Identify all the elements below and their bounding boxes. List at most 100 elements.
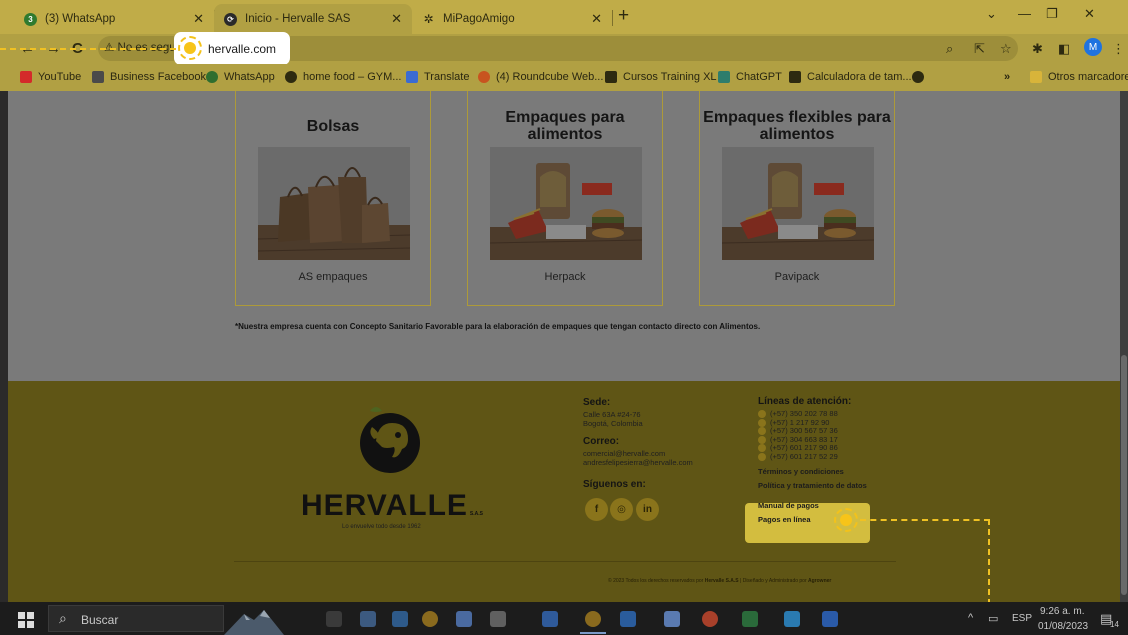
file-explorer-icon[interactable] <box>392 611 408 627</box>
chatgpt-icon <box>718 71 730 83</box>
share-icon[interactable]: ⇱ <box>974 41 985 57</box>
taskbar-search[interactable]: ⌕ Buscar <box>48 605 224 632</box>
extensions-icon[interactable]: ✱ <box>1032 41 1043 57</box>
phone-item[interactable]: (+57) 601 217 52 29 <box>758 452 838 462</box>
side-panel-icon[interactable]: ◧ <box>1058 41 1070 57</box>
weather-app-icon[interactable] <box>360 611 376 627</box>
new-tab-button[interactable]: + <box>618 5 629 27</box>
bookmark-business-facebook[interactable]: Business Facebook <box>92 71 206 83</box>
tab-hervalle[interactable]: ⟳ Inicio - Hervalle SAS ✕ <box>214 4 412 34</box>
app-icon[interactable] <box>456 611 472 627</box>
product-image-bags[interactable] <box>258 147 410 260</box>
tab-whatsapp[interactable]: 3 (3) WhatsApp ✕ <box>14 4 214 34</box>
close-icon[interactable]: ✕ <box>391 11 402 27</box>
payment-manual-link[interactable]: Manual de pagos <box>758 501 819 510</box>
product-card-bolsas[interactable]: Bolsas AS empaques <box>235 91 431 306</box>
globe-icon <box>912 71 924 83</box>
bookmark-label: Translate <box>424 71 470 83</box>
notepad-icon[interactable] <box>664 611 680 627</box>
correo-list: comercial@hervalle.com andresfelipesierr… <box>583 449 693 468</box>
windows-taskbar: ⌕ Buscar ^ ▭ ESP 9:26 a. m. 01/08/2023 ▤… <box>0 602 1128 635</box>
battery-icon[interactable]: ▭ <box>988 612 998 625</box>
product-image-flexible-packaging[interactable] <box>722 147 874 260</box>
bookmark-home-food[interactable]: home food – GYM... <box>285 71 401 83</box>
terms-link[interactable]: Términos y condiciones <box>758 467 844 476</box>
youtube-icon <box>20 71 32 83</box>
facebook-icon[interactable]: f <box>585 498 608 521</box>
bookmark-label: (4) Roundcube Web... <box>496 71 604 83</box>
mountain-widget-icon[interactable] <box>224 604 284 635</box>
bookmark-whatsapp[interactable]: WhatsApp <box>206 71 275 83</box>
profile-avatar[interactable]: M <box>1084 38 1102 56</box>
copyright-text: | Diseñado y Administrado por <box>738 578 809 584</box>
phone-icon <box>758 435 766 444</box>
email-link[interactable]: andresfelipesierra@hervalle.com <box>583 458 693 468</box>
bookmark-cursos-training[interactable]: Cursos Training XL <box>605 71 717 83</box>
bookmark-label: Otros marcadores <box>1048 71 1128 83</box>
notifications-badge: 14 <box>1110 620 1119 629</box>
sede-heading: Sede: <box>583 397 611 408</box>
sede-address: Calle 63A #24-76 Bogotá, Colombia <box>583 410 643 428</box>
agency-link[interactable]: Agrowner <box>808 578 831 584</box>
facebook-icon <box>92 71 104 83</box>
powerpoint-icon[interactable] <box>702 611 718 627</box>
mipagoamigo-favicon: ✲ <box>423 12 434 26</box>
clock-date[interactable]: 01/08/2023 <box>1038 621 1088 632</box>
zoom-icon[interactable]: ⌕ <box>946 41 953 57</box>
elephant-logo-icon <box>360 407 420 473</box>
instagram-icon[interactable]: ◎ <box>610 498 633 521</box>
linkedin-icon[interactable]: in <box>636 498 659 521</box>
minimize-icon[interactable]: — <box>1018 6 1031 21</box>
product-card-empaques[interactable]: Empaques para alimentos Herpack <box>467 91 663 306</box>
bookmark-calculadora[interactable]: Calculadora de tam... <box>789 71 912 83</box>
language-indicator[interactable]: ESP <box>1012 613 1032 624</box>
star-icon[interactable]: ☆ <box>1000 41 1012 57</box>
clock-time[interactable]: 9:26 a. m. <box>1040 606 1084 617</box>
product-title: Empaques para alimentos <box>505 109 625 143</box>
app-icon[interactable] <box>490 611 506 627</box>
close-icon[interactable]: ✕ <box>591 11 602 27</box>
product-image-food-packaging[interactable] <box>490 147 642 260</box>
chevron-up-icon[interactable]: ^ <box>968 612 973 624</box>
more-bookmarks-button[interactable]: » <box>1004 71 1010 83</box>
address-line: Bogotá, Colombia <box>583 418 643 428</box>
product-title: Empaques flexibles para alimentos <box>703 109 891 143</box>
bookmark-other-folder[interactable]: Otros marcadores <box>1030 71 1128 83</box>
siguenos-heading: Síguenos en: <box>583 479 646 490</box>
windows-start-icon[interactable] <box>18 612 34 628</box>
footer-divider <box>234 561 896 562</box>
tab-mipagoamigo[interactable]: ✲ MiPagoAmigo ✕ <box>412 4 612 34</box>
bookmark-chatgpt[interactable]: ChatGPT <box>718 71 782 83</box>
excel-icon[interactable] <box>742 611 758 627</box>
training-icon <box>605 71 617 83</box>
product-card-empaques-flexibles[interactable]: Empaques flexibles para alimentos Pavipa… <box>699 91 895 306</box>
privacy-policy-link[interactable]: Política y tratamiento de datos <box>758 481 867 490</box>
close-window-icon[interactable]: ✕ <box>1084 6 1095 22</box>
hervalle-logo[interactable] <box>356 403 428 473</box>
close-icon[interactable]: ✕ <box>193 11 204 27</box>
restore-icon[interactable]: ❐ <box>1046 6 1058 22</box>
app-icon[interactable] <box>542 611 558 627</box>
url-text[interactable]: hervalle.com <box>208 42 276 56</box>
bookmark-roundcube[interactable]: (4) Roundcube Web... <box>478 71 603 83</box>
scrollbar-thumb[interactable] <box>1121 355 1127 595</box>
pointer-trail <box>0 48 176 50</box>
chrome-icon[interactable] <box>422 611 438 627</box>
task-view-icon[interactable] <box>326 611 342 627</box>
tab-search-chevron-icon[interactable]: ⌄ <box>986 6 997 22</box>
bookmark-label: ChatGPT <box>736 71 782 83</box>
bookmark-translate[interactable]: Translate <box>406 71 469 83</box>
search-icon: ⌕ <box>59 610 67 626</box>
whatsapp-icon: 3 <box>24 12 37 26</box>
word-icon[interactable] <box>822 611 838 627</box>
chrome-icon[interactable] <box>585 611 601 627</box>
menu-icon[interactable]: ⋮ <box>1112 41 1125 57</box>
online-payments-link[interactable]: Pagos en línea <box>758 515 811 524</box>
footer-tagline: Lo envuelve todo desde 1962 <box>342 524 421 530</box>
bookmarks-bar: YouTube Business Facebook WhatsApp home … <box>0 64 1128 91</box>
mail-icon[interactable] <box>784 611 800 627</box>
bookmark-globe[interactable] <box>912 71 930 83</box>
outlook-icon[interactable] <box>620 611 636 627</box>
product-brand-label: Herpack <box>544 271 586 283</box>
bookmark-youtube[interactable]: YouTube <box>20 71 81 83</box>
